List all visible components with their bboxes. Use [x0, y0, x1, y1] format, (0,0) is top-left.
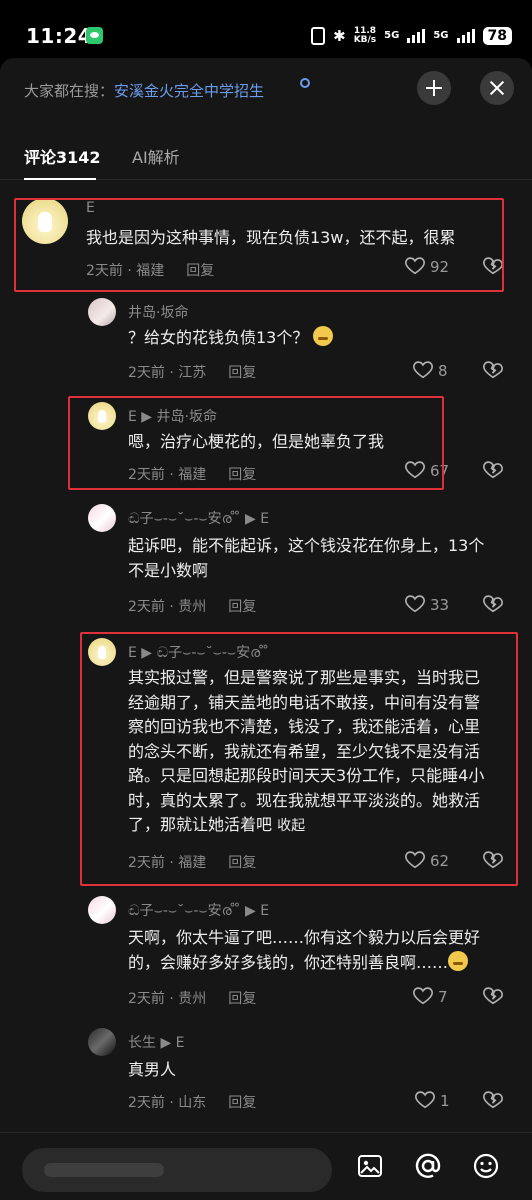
like-count: 1	[440, 1092, 450, 1110]
tab-active-indicator	[24, 178, 96, 180]
comment-sheet: 大家都在搜：安溪金火完全中学招生 评论3142 AI解析 E 我也是因为这种事情…	[0, 58, 532, 1200]
vibrate-icon	[311, 27, 326, 45]
highlight-box	[14, 198, 504, 292]
dislike-icon[interactable]	[482, 592, 504, 614]
net-speed: 11.8 KB/s	[353, 26, 377, 45]
comment-username[interactable]: ඬ子⌣-⌣˘⌣-⌣安ര ̊ ̊ ▶ E	[128, 508, 269, 528]
comment-location: 江苏	[178, 365, 207, 381]
highlight-box	[80, 632, 518, 886]
status-time: 11:24	[26, 24, 93, 48]
signal-label-2: 5G	[433, 30, 449, 41]
reply-button[interactable]: 回复	[228, 991, 256, 1007]
like-count: 7	[438, 988, 448, 1006]
list-item: ඬ子⌣-⌣˘⌣-⌣安ര ̊ ̊ ▶ E 起诉吧，能不能起诉，这个钱没花在你身上，…	[88, 504, 512, 620]
battery-indicator: 78	[482, 27, 512, 45]
comment-time: 2天前	[128, 991, 165, 1007]
comment-time: 2天前	[128, 365, 165, 381]
dislike-icon[interactable]	[482, 358, 504, 380]
avatar[interactable]	[88, 896, 116, 924]
dislike-icon[interactable]	[482, 1088, 504, 1110]
avatar[interactable]	[88, 1028, 116, 1056]
comment-tabs: 评论3142 AI解析	[0, 138, 532, 180]
heart-icon[interactable]	[404, 592, 426, 614]
comment-location: 贵州	[178, 991, 207, 1007]
comment-username[interactable]: ඬ子⌣-⌣˘⌣-⌣安ര ̊ ̊ ▶ E	[128, 900, 269, 920]
list-item: 井岛·坂命 ？给女的花钱负债13个？ 2天前 · 江苏 回复 8	[88, 298, 512, 388]
reply-button[interactable]: 回复	[228, 599, 256, 615]
tab-ai-analysis[interactable]: AI解析	[132, 144, 180, 168]
status-icons: ✱ 11.8 KB/s 5G 5G 78	[311, 27, 512, 45]
wechat-icon	[86, 27, 103, 44]
comment-text: 起诉吧，能不能起诉，这个钱没花在你身上，13个 不是小数啊	[128, 536, 485, 580]
comment-meta: 2天前 · 贵州 回复	[128, 599, 257, 615]
comment-location: 山东	[178, 1095, 207, 1111]
comment-text: ？给女的花钱负债13个？	[128, 326, 508, 351]
reply-button[interactable]: 回复	[228, 1095, 256, 1111]
tab-comments[interactable]: 评论3142	[24, 144, 101, 168]
comment-username[interactable]: 长生 ▶ E	[128, 1032, 185, 1052]
emoji-icon[interactable]	[472, 1152, 500, 1180]
heart-icon[interactable]	[412, 984, 434, 1006]
close-icon[interactable]	[480, 71, 514, 105]
at-icon[interactable]	[414, 1152, 442, 1180]
comment-time: 2天前	[128, 1095, 165, 1111]
comment-username[interactable]: 井岛·坂命	[128, 302, 188, 322]
comment-text: 天啊，你太牛逼了吧……你有这个毅力以后会更好 的，会赚好多好多钱的，你还特别善良…	[128, 928, 481, 972]
emoji-icon	[448, 950, 469, 971]
list-item: ඬ子⌣-⌣˘⌣-⌣安ര ̊ ̊ ▶ E 天啊，你太牛逼了吧……你有这个毅力以后会…	[88, 896, 512, 1012]
comment-input-placeholder	[44, 1163, 164, 1177]
signal-bars-icon	[456, 29, 475, 43]
like-count: 33	[430, 596, 450, 614]
highlight-box	[68, 396, 444, 490]
dislike-icon[interactable]	[482, 984, 504, 1006]
reply-button[interactable]: 回复	[228, 365, 256, 381]
list-item: 长生 ▶ E 真男人 2天前 · 山东 回复 1	[88, 1028, 512, 1118]
heart-icon[interactable]	[412, 358, 434, 380]
trending-search[interactable]: 大家都在搜：安溪金火完全中学招生	[24, 80, 264, 101]
comment-meta: 2天前 · 江苏 回复	[128, 365, 257, 381]
dislike-icon[interactable]	[482, 458, 504, 480]
comment-text: 真男人	[128, 1060, 177, 1079]
signal-bars-icon	[407, 29, 426, 43]
status-bar: 11:24 ✱ 11.8 KB/s 5G 5G 78	[0, 0, 532, 60]
like-count: 8	[438, 362, 448, 380]
search-prefix: 大家都在搜：	[24, 82, 115, 100]
avatar[interactable]	[88, 298, 116, 326]
search-keyword[interactable]: 安溪金火完全中学招生	[114, 82, 264, 100]
collapse-icon[interactable]	[417, 71, 451, 105]
comment-meta: 2天前 · 山东 回复	[128, 1095, 257, 1111]
avatar[interactable]	[88, 504, 116, 532]
heart-icon[interactable]	[414, 1088, 436, 1110]
comment-meta: 2天前 · 贵州 回复	[128, 991, 257, 1007]
search-icon[interactable]	[300, 78, 310, 88]
emoji-icon	[313, 326, 334, 346]
image-icon[interactable]	[356, 1152, 384, 1180]
bluetooth-icon: ✱	[333, 27, 346, 45]
comment-time: 2天前	[128, 599, 165, 615]
signal-label-1: 5G	[384, 30, 400, 41]
comment-location: 贵州	[178, 599, 207, 615]
